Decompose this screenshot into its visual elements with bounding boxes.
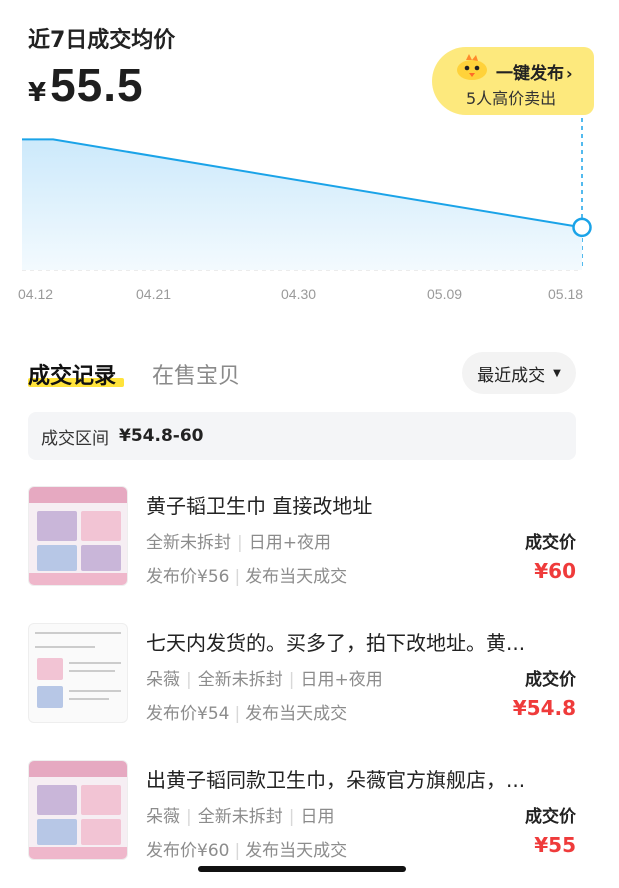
sort-label: 最近成交 (477, 365, 546, 386)
chart-area-fill (22, 139, 582, 270)
chick-mascot-icon (457, 54, 487, 80)
deal-range-bar: 成交区间 ¥54.8-60 (28, 412, 576, 460)
average-price: ¥ 55.5 (28, 58, 144, 112)
x-axis-label: 04.12 (18, 286, 54, 302)
publish-label: 一键发布 › (496, 64, 573, 84)
list-item[interactable]: 出黄子韬同款卫生巾，朵薇官方旗舰店，... 朵薇 | 全新未拆封 | 日用 发布价¥60… (28, 760, 576, 862)
average-price-value: 55.5 (50, 59, 144, 111)
caret-down-icon: ▼ (553, 367, 561, 379)
list-item[interactable]: 黄子韬卫生巾 直接改地址 全新未拆封 | 日用+夜用 发布价¥56 | 发布当天成交 成… (28, 486, 576, 588)
tab-deal-records[interactable]: 成交记录 (28, 358, 116, 390)
home-indicator[interactable] (198, 866, 406, 872)
page-title: 近7日成交均价 (28, 28, 176, 53)
deal-price-label: 成交价 (525, 670, 576, 690)
item-publish-info: 发布价¥60 | 发布当天成交 (146, 841, 348, 861)
deal-price-label: 成交价 (525, 807, 576, 827)
deal-price: ¥55 (534, 833, 576, 857)
item-publish-info: 发布价¥56 | 发布当天成交 (146, 567, 348, 587)
item-publish-info: 发布价¥54 | 发布当天成交 (146, 704, 348, 724)
x-axis-label: 04.21 (136, 286, 172, 302)
list-item[interactable]: 七天内发货的。买多了，拍下改地址。黄... 朵薇 | 全新未拆封 | 日用+夜用 发布价… (28, 623, 576, 725)
record-tabs: 成交记录 在售宝贝 最近成交 ▼ (28, 352, 576, 396)
sort-dropdown[interactable]: 最近成交 ▼ (462, 352, 576, 394)
x-axis-label: 04.30 (281, 286, 317, 302)
product-thumbnail (28, 486, 128, 586)
x-axis-label: 05.09 (427, 286, 463, 302)
x-axis-label: 05.18 (548, 286, 584, 302)
deal-range-label: 成交区间 (41, 428, 109, 449)
deal-price: ¥60 (534, 559, 576, 583)
item-tags: 朵薇 | 全新未拆封 | 日用 (146, 807, 335, 827)
price-trend-chart (22, 118, 592, 271)
item-title: 出黄子韬同款卫生巾，朵薇官方旗舰店，... (146, 768, 526, 792)
currency-symbol: ¥ (28, 78, 47, 108)
item-tags: 全新未拆封 | 日用+夜用 (146, 533, 331, 553)
item-title: 黄子韬卫生巾 直接改地址 (146, 494, 373, 518)
chevron-right-icon: › (566, 64, 573, 83)
product-thumbnail (28, 760, 128, 860)
one-click-publish-button[interactable]: 一键发布 › 5人高价卖出 (432, 47, 594, 115)
publish-subtext: 5人高价卖出 (466, 89, 557, 108)
item-tags: 朵薇 | 全新未拆封 | 日用+夜用 (146, 670, 383, 690)
product-thumbnail (28, 623, 128, 723)
item-title: 七天内发货的。买多了，拍下改地址。黄... (146, 631, 526, 655)
chart-latest-point (572, 217, 592, 238)
deal-price-label: 成交价 (525, 533, 576, 553)
tab-on-sale-items[interactable]: 在售宝贝 (152, 358, 240, 390)
deal-range-value: ¥54.8-60 (119, 426, 204, 446)
deal-price: ¥54.8 (512, 696, 576, 720)
